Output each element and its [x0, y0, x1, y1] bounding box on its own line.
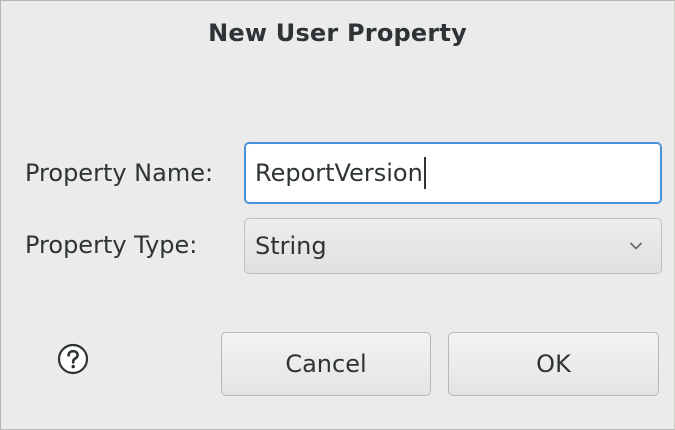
- help-icon[interactable]: [57, 343, 89, 375]
- property-name-label: Property Name:: [25, 159, 214, 187]
- ok-button[interactable]: OK: [448, 332, 659, 396]
- dialog-title: New User Property: [208, 19, 467, 47]
- text-caret: [423, 157, 426, 189]
- chevron-down-icon: [630, 242, 642, 250]
- property-name-input[interactable]: ReportVersion: [244, 142, 662, 204]
- cancel-button[interactable]: Cancel: [221, 332, 431, 396]
- property-type-select[interactable]: String: [244, 218, 662, 274]
- property-name-value: ReportVersion: [255, 159, 423, 187]
- new-user-property-dialog: New User Property Property Name: ReportV…: [0, 0, 675, 430]
- property-type-value: String: [255, 232, 327, 260]
- property-type-label: Property Type:: [25, 231, 198, 259]
- dialog-titlebar: New User Property: [1, 1, 674, 69]
